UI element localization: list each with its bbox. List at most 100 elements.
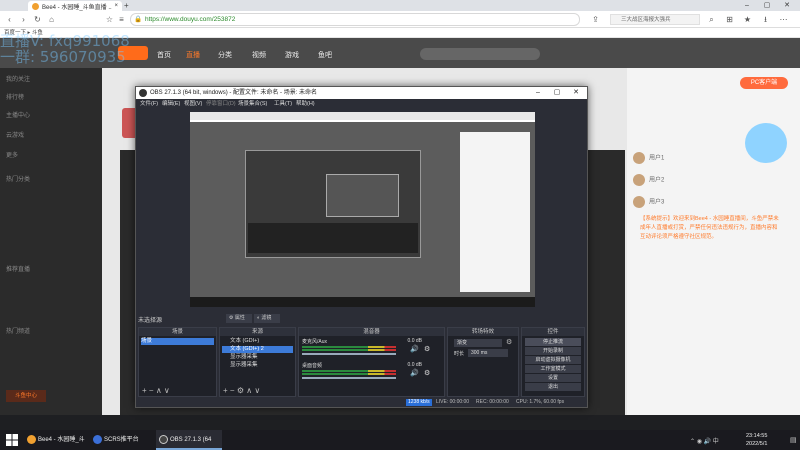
menu-view[interactable]: 视图(V) [184, 99, 202, 109]
exit-button[interactable]: 退出 [525, 383, 581, 391]
obs-status-bar: 1238 kb/s LIVE: 00:00:00 REC: 00:00:00 C… [136, 397, 587, 407]
nav-category[interactable]: 分类 [218, 50, 232, 60]
add-scene-icon[interactable]: + [142, 386, 147, 395]
source-item[interactable]: 文本 (GDI+) 2 [222, 346, 293, 353]
speaker-icon[interactable]: 🔊 [410, 345, 419, 353]
properties-button[interactable]: ⚙ 属性 [226, 314, 252, 323]
obs-minimize-icon[interactable]: – [531, 87, 545, 99]
new-tab-icon[interactable]: + [124, 1, 134, 10]
taskbar-item-browser[interactable]: Bee4 - 水园睡_斗鱼... [24, 430, 86, 450]
windows-start-icon[interactable] [6, 434, 18, 446]
obs-close-icon[interactable]: ✕ [569, 87, 583, 99]
transition-select[interactable]: 渐变 [454, 339, 502, 347]
speaker-icon[interactable]: 🔊 [410, 369, 419, 377]
sidebar-item-cloudgame[interactable]: 云游戏 [6, 130, 24, 139]
mixer-dock-title: 混音器 [299, 328, 444, 336]
preview-right-panel [460, 132, 530, 292]
move-down-icon[interactable]: ∨ [164, 386, 170, 395]
maximize-icon[interactable]: ▢ [760, 0, 774, 11]
address-bar[interactable]: 🔒 https://www.douyu.com/253872 [130, 13, 580, 26]
mixer-channel-db: 0.0 dB [407, 362, 422, 368]
notification-icon[interactable]: ▤ [790, 436, 797, 444]
pc-client-button[interactable]: PC客户端 [740, 77, 788, 89]
nav-video[interactable]: 视频 [252, 50, 266, 60]
taskbar-item-obs[interactable]: OBS 27.1.3 (64 bit... [156, 430, 222, 450]
sidebar-item-anchor[interactable]: 主播中心 [6, 110, 30, 119]
promo-badge-icon[interactable] [745, 123, 787, 163]
browser-icon [27, 435, 36, 444]
move-up-icon[interactable]: ∧ [246, 386, 252, 395]
bookmark-icon[interactable]: ★ [742, 14, 753, 25]
clock[interactable]: 23:14:55 2022/5/1 [746, 432, 767, 448]
share-icon[interactable]: ⇪ [590, 14, 601, 25]
star-icon[interactable]: ☆ [104, 14, 115, 25]
search-box-text: 三大战区海报大强兵 [621, 17, 671, 23]
volume-fader[interactable] [302, 377, 396, 379]
more-icon[interactable]: ⋯ [778, 14, 789, 25]
sidebar-item-rank[interactable]: 排行榜 [6, 92, 24, 101]
close-icon[interactable]: ✕ [780, 0, 794, 11]
gear-icon[interactable]: ⚙ [424, 345, 430, 353]
forward-icon[interactable]: › [18, 14, 29, 25]
scene-item[interactable]: 场景 [141, 338, 214, 345]
virtual-camera-button[interactable]: 启动虚拟摄像机 [525, 356, 581, 364]
duration-input[interactable]: 300 ms [468, 349, 508, 357]
rec-time: REC: 00:00:00 [476, 399, 509, 405]
obs-preview[interactable] [190, 112, 535, 307]
sidebar-item-more[interactable]: 更多 [6, 150, 18, 159]
move-down-icon[interactable]: ∨ [254, 386, 260, 395]
source-settings-icon[interactable]: ⚙ [237, 386, 244, 395]
nav-game[interactable]: 游戏 [285, 50, 299, 60]
stop-streaming-button[interactable]: 停止推流 [525, 338, 581, 346]
nav-yuba[interactable]: 鱼吧 [318, 50, 332, 60]
search-icon[interactable]: ⌕ [706, 14, 717, 25]
nav-home[interactable]: 首页 [157, 50, 171, 60]
obs-maximize-icon[interactable]: ▢ [550, 87, 564, 99]
menu-edit[interactable]: 编辑(E) [162, 99, 180, 109]
extensions-icon[interactable]: ⊞ [724, 14, 735, 25]
remove-scene-icon[interactable]: − [149, 386, 154, 395]
menu-help[interactable]: 帮助(H) [296, 99, 315, 109]
settings-button[interactable]: 设置 [525, 374, 581, 382]
cpu-fps: CPU: 1.7%, 60.00 fps [516, 399, 565, 405]
sidebar-item-follow[interactable]: 我的关注 [6, 74, 30, 83]
system-tray-icons[interactable]: ⌃ ◉ 🔊 中 [690, 436, 719, 445]
remove-source-icon[interactable]: − [230, 386, 235, 395]
preview-browser-bar [190, 112, 535, 120]
obs-titlebar[interactable]: OBS 27.1.3 (64 bit, windows) - 配置文件: 未命名… [136, 87, 587, 99]
mixer-channel: 麦克风/Aux 0.0 dB 🔊 ⚙ [302, 338, 442, 355]
minimize-icon[interactable]: – [740, 0, 754, 11]
menu-docks[interactable]: 停靠窗口(D) [206, 99, 236, 109]
move-up-icon[interactable]: ∧ [156, 386, 162, 395]
obs-title: OBS 27.1.3 (64 bit, windows) - 配置文件: 未命名… [150, 90, 318, 96]
nav-live[interactable]: 直播 [186, 50, 200, 60]
site-search-input[interactable] [420, 48, 540, 60]
sidebar-footer-button[interactable]: 斗鱼中心 [6, 390, 46, 402]
studio-mode-button[interactable]: 工作室模式 [525, 365, 581, 373]
menu-icon[interactable]: ≡ [116, 14, 127, 25]
duration-label: 时长 [454, 351, 465, 357]
menu-file[interactable]: 文件(F) [140, 99, 158, 109]
close-tab-icon[interactable]: × [114, 3, 118, 9]
home-icon[interactable]: ⌂ [46, 14, 57, 25]
gear-icon[interactable]: ⚙ [424, 369, 430, 377]
source-item[interactable]: 显示器采集 [222, 362, 293, 369]
back-icon[interactable]: ‹ [4, 14, 15, 25]
source-item[interactable]: 显示器采集 [222, 354, 293, 361]
menu-tools[interactable]: 工具(T) [274, 99, 292, 109]
start-recording-button[interactable]: 开始录制 [525, 347, 581, 355]
source-item[interactable]: 文本 (GDI+) [222, 338, 293, 345]
taskbar-item-scrs[interactable]: SCRS推平台 [90, 430, 152, 450]
filters-button[interactable]: ◐ 滤镜 [254, 314, 280, 323]
menu-scene-collection[interactable]: 场景集合(S) [238, 99, 267, 109]
add-source-icon[interactable]: + [223, 386, 228, 395]
obs-window: OBS 27.1.3 (64 bit, windows) - 配置文件: 未命名… [135, 86, 588, 408]
browser-toolbar: ‹ › ↻ ⌂ ☆ ≡ 🔒 https://www.douyu.com/2538… [0, 11, 800, 28]
volume-fader[interactable] [302, 353, 396, 355]
scenes-dock: 场景 场景 + − ∧ ∨ [138, 327, 217, 397]
download-icon[interactable]: ⭳ [760, 14, 771, 25]
search-box[interactable]: 三大战区海报大强兵 [610, 14, 700, 25]
refresh-icon[interactable]: ↻ [32, 14, 43, 25]
transition-settings-icon[interactable]: ⚙ [506, 338, 512, 346]
browser-tab[interactable]: Bee4 - 水园睡_斗鱼直播 ... × [28, 1, 122, 11]
